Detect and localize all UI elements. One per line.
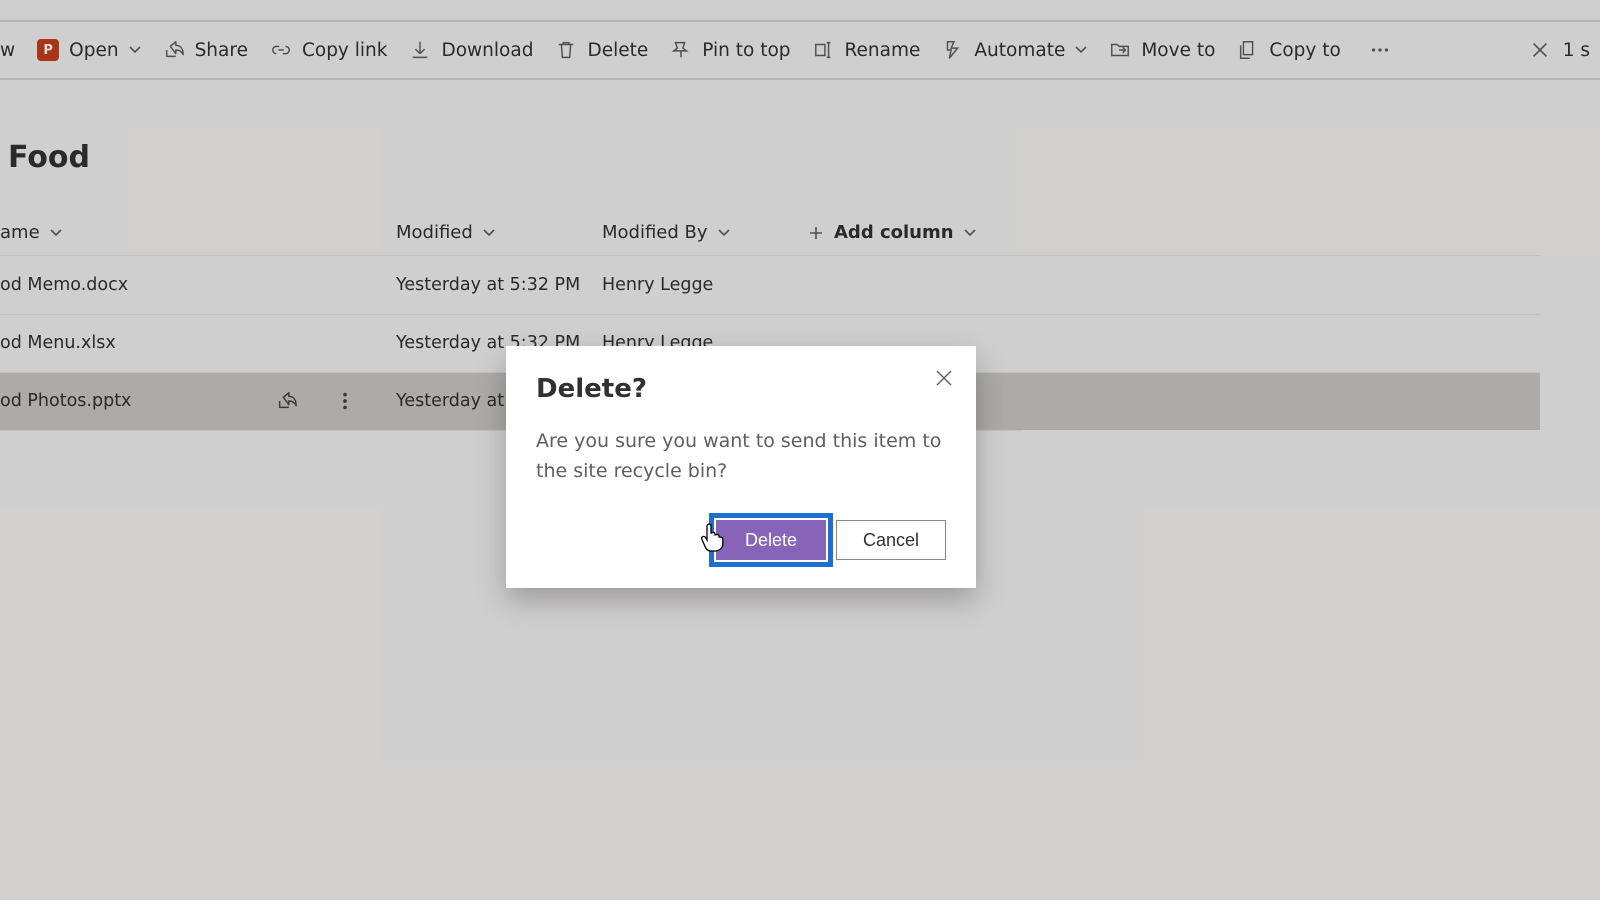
button-label: Delete — [745, 530, 797, 551]
dialog-cancel-button[interactable]: Cancel — [836, 520, 946, 560]
dialog-delete-button[interactable]: Delete — [716, 520, 826, 560]
dialog-title: Delete? — [536, 374, 946, 404]
delete-confirmation-dialog: Delete? Are you sure you want to send th… — [506, 346, 976, 588]
dialog-button-row: Delete Cancel — [536, 520, 946, 560]
button-label: Cancel — [863, 530, 919, 551]
close-icon — [935, 369, 953, 387]
dialog-message: Are you sure you want to send this item … — [536, 426, 946, 486]
dialog-close-button[interactable] — [930, 364, 958, 392]
